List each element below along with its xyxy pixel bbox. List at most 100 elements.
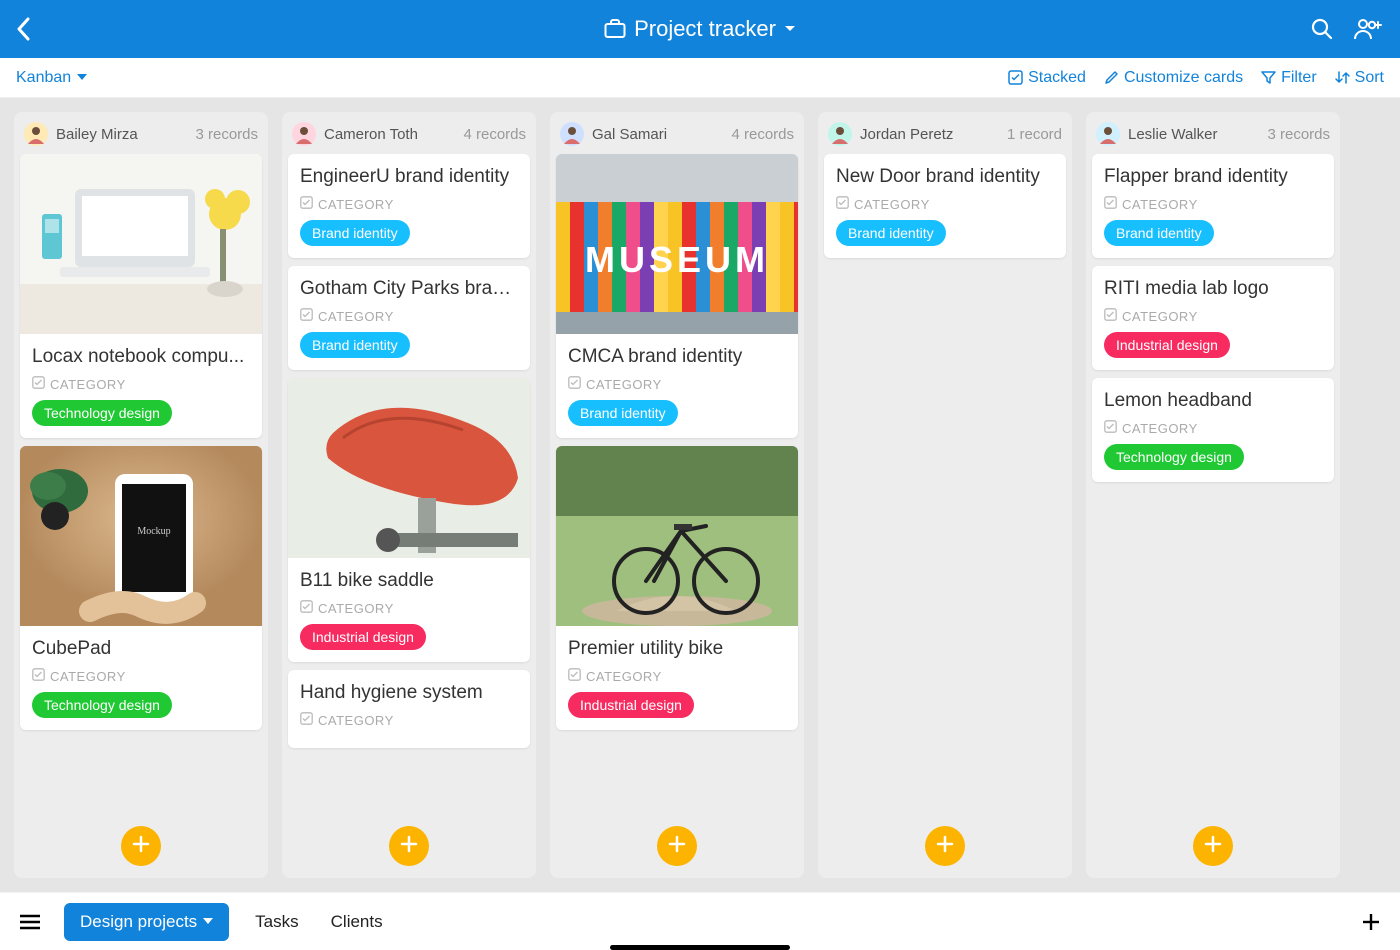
add-record-button[interactable]: [389, 826, 429, 866]
category-tag: Industrial design: [300, 624, 426, 650]
avatar: [560, 122, 584, 146]
category-field-label: CATEGORY: [1104, 196, 1322, 212]
back-icon[interactable]: [16, 17, 30, 41]
category-label-text: CATEGORY: [1122, 197, 1198, 212]
add-record-button[interactable]: [657, 826, 697, 866]
base-title: Project tracker: [634, 16, 776, 42]
checkbox-icon: [32, 376, 45, 392]
kanban-card[interactable]: MUSEUM CMCA brand identity CATEGORY Bran…: [556, 154, 798, 438]
category-field-label: CATEGORY: [32, 668, 250, 684]
pencil-icon: [1104, 70, 1119, 85]
card-title: Locax notebook compu...: [32, 346, 250, 368]
plus-icon: [132, 835, 150, 858]
kanban-card[interactable]: EngineerU brand identity CATEGORY Brand …: [288, 154, 530, 258]
column-header[interactable]: Bailey Mirza 3 records: [14, 112, 268, 154]
plus-icon: [936, 835, 954, 858]
category-label-text: CATEGORY: [50, 669, 126, 684]
add-table-icon[interactable]: [1362, 913, 1380, 931]
topbar-right: [1204, 17, 1384, 41]
kanban-card[interactable]: Lemon headband CATEGORY Technology desig…: [1092, 378, 1334, 482]
top-bar: Project tracker: [0, 0, 1400, 58]
plus-icon: [668, 835, 686, 858]
checkbox-icon: [300, 712, 313, 728]
checkbox-icon: [568, 668, 581, 684]
category-field-label: CATEGORY: [1104, 420, 1322, 436]
stacked-button[interactable]: Stacked: [1008, 69, 1086, 87]
kanban-board[interactable]: Bailey Mirza 3 records Locax notebook co…: [0, 98, 1400, 892]
column-person: Gal Samari: [560, 122, 667, 146]
kanban-card[interactable]: Locax notebook compu... CATEGORY Technol…: [20, 154, 262, 438]
card-body: Flapper brand identity CATEGORY Brand id…: [1092, 154, 1334, 258]
view-bar: Kanban Stacked Customize cards Filter: [0, 58, 1400, 98]
tab-active[interactable]: Design projects: [64, 903, 229, 941]
avatar: [1096, 122, 1120, 146]
category-tag: Technology design: [32, 400, 172, 426]
column-name: Leslie Walker: [1128, 126, 1217, 143]
sort-label: Sort: [1355, 69, 1384, 87]
column-name: Bailey Mirza: [56, 126, 138, 143]
filter-button[interactable]: Filter: [1261, 69, 1317, 87]
kanban-card[interactable]: Flapper brand identity CATEGORY Brand id…: [1092, 154, 1334, 258]
kanban-column: Gal Samari 4 records MUSEUM CMCA brand i…: [550, 112, 804, 878]
kanban-column: Cameron Toth 4 records EngineerU brand i…: [282, 112, 536, 878]
card-title: New Door brand identity: [836, 166, 1054, 188]
category-label-text: CATEGORY: [586, 377, 662, 392]
hamburger-icon[interactable]: [16, 910, 44, 934]
card-title: Premier utility bike: [568, 638, 786, 660]
kanban-card[interactable]: Hand hygiene system CATEGORY: [288, 670, 530, 748]
checkbox-icon: [1104, 420, 1117, 436]
column-header[interactable]: Leslie Walker 3 records: [1086, 112, 1340, 154]
category-field-label: CATEGORY: [300, 712, 518, 728]
plus-icon: [400, 835, 418, 858]
column-cards[interactable]: Locax notebook compu... CATEGORY Technol…: [14, 154, 268, 814]
category-field-label: CATEGORY: [300, 196, 518, 212]
kanban-card[interactable]: RITI media lab logo CATEGORY Industrial …: [1092, 266, 1334, 370]
add-record-button[interactable]: [121, 826, 161, 866]
kanban-card[interactable]: Premier utility bike CATEGORY Industrial…: [556, 446, 798, 730]
customize-cards-button[interactable]: Customize cards: [1104, 69, 1243, 87]
search-icon[interactable]: [1310, 17, 1334, 41]
column-name: Cameron Toth: [324, 126, 418, 143]
column-cards[interactable]: MUSEUM CMCA brand identity CATEGORY Bran…: [550, 154, 804, 814]
tab-tasks[interactable]: Tasks: [249, 903, 304, 941]
kanban-column: Jordan Peretz 1 record New Door brand id…: [818, 112, 1072, 878]
column-header[interactable]: Jordan Peretz 1 record: [818, 112, 1072, 154]
home-indicator: [610, 945, 790, 950]
add-record-button[interactable]: [925, 826, 965, 866]
card-body: Premier utility bike CATEGORY Industrial…: [556, 626, 798, 730]
checkbox-icon: [568, 376, 581, 392]
column-cards[interactable]: New Door brand identity CATEGORY Brand i…: [818, 154, 1072, 814]
column-person: Cameron Toth: [292, 122, 418, 146]
stacked-icon: [1008, 70, 1023, 85]
kanban-card[interactable]: Gotham City Parks bran... CATEGORY Brand…: [288, 266, 530, 370]
category-label-text: CATEGORY: [854, 197, 930, 212]
record-count: 1 record: [1007, 126, 1062, 143]
checkbox-icon: [300, 600, 313, 616]
column-person: Bailey Mirza: [24, 122, 138, 146]
category-label-text: CATEGORY: [318, 713, 394, 728]
view-switcher[interactable]: Kanban: [16, 69, 87, 87]
column-header[interactable]: Cameron Toth 4 records: [282, 112, 536, 154]
category-tag: Technology design: [32, 692, 172, 718]
tab-clients[interactable]: Clients: [325, 903, 389, 941]
card-body: CMCA brand identity CATEGORY Brand ident…: [556, 334, 798, 438]
base-title-button[interactable]: Project tracker: [604, 16, 796, 42]
chevron-down-icon: [203, 918, 213, 925]
category-tag: Industrial design: [1104, 332, 1230, 358]
chevron-down-icon: [784, 25, 796, 33]
kanban-card[interactable]: B11 bike saddle CATEGORY Industrial desi…: [288, 378, 530, 662]
view-name: Kanban: [16, 69, 71, 87]
kanban-card[interactable]: Mockup CubePad CATEGORY Technology desig…: [20, 446, 262, 730]
column-cards[interactable]: EngineerU brand identity CATEGORY Brand …: [282, 154, 536, 814]
checkbox-icon: [1104, 308, 1117, 324]
column-cards[interactable]: Flapper brand identity CATEGORY Brand id…: [1086, 154, 1340, 814]
category-label-text: CATEGORY: [1122, 309, 1198, 324]
category-field-label: CATEGORY: [836, 196, 1054, 212]
column-header[interactable]: Gal Samari 4 records: [550, 112, 804, 154]
card-title: B11 bike saddle: [300, 570, 518, 592]
category-label-text: CATEGORY: [586, 669, 662, 684]
add-collaborator-icon[interactable]: [1354, 18, 1384, 40]
add-record-button[interactable]: [1193, 826, 1233, 866]
kanban-card[interactable]: New Door brand identity CATEGORY Brand i…: [824, 154, 1066, 258]
sort-button[interactable]: Sort: [1335, 69, 1384, 87]
